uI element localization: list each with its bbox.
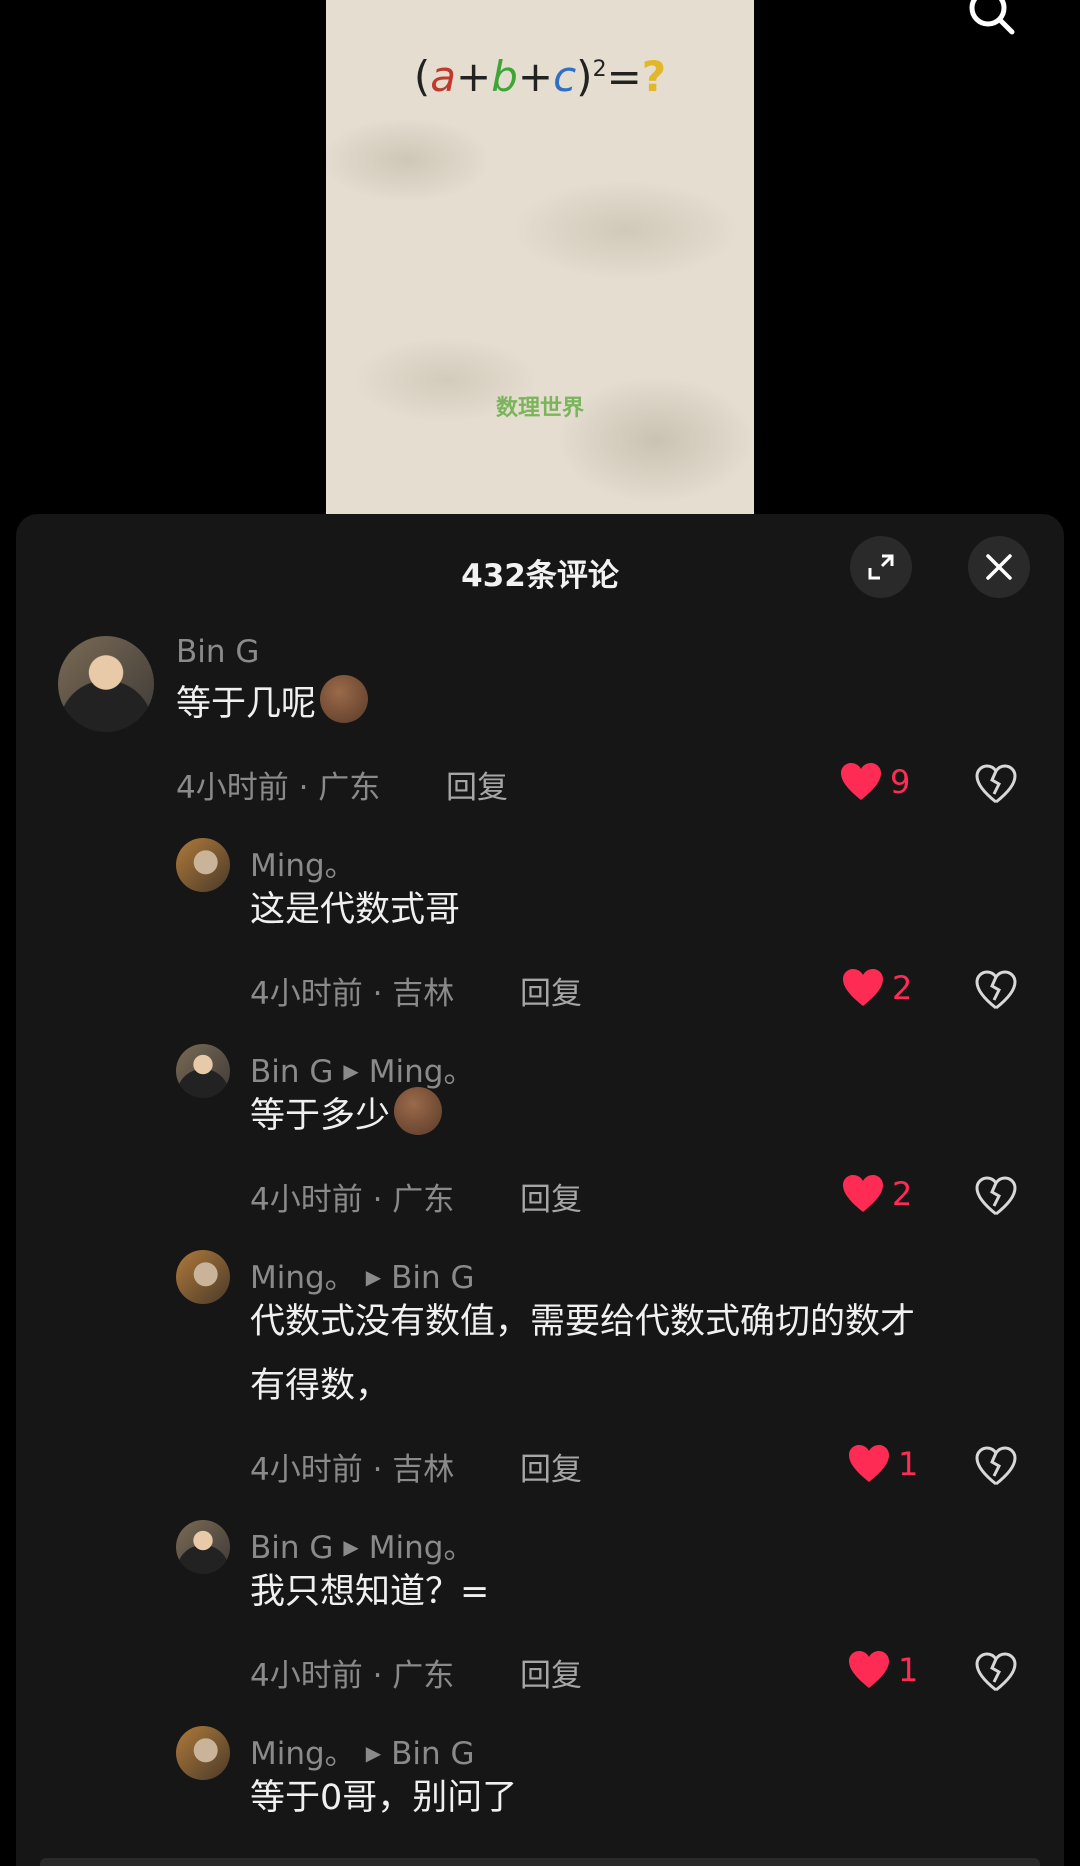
comment-text: 这是代数式哥 <box>250 890 461 930</box>
video-player[interactable]: (a+b+c)2=? 数理世界 <box>0 0 1080 520</box>
comment-meta: 4小时前 · 广东 <box>250 1658 455 1694</box>
input-bar-edge <box>40 1858 1040 1866</box>
reply-to-arrow-icon: ▶ <box>365 1265 382 1289</box>
avatar[interactable] <box>176 1250 230 1304</box>
comment-meta: 4小时前 · 广东 <box>250 1182 455 1218</box>
dislike-icon[interactable] <box>974 968 1018 1012</box>
close-icon <box>986 554 1012 580</box>
reply-button[interactable]: 回复 <box>520 1444 582 1489</box>
heart-icon <box>843 969 883 1006</box>
search-icon <box>969 0 1015 35</box>
like-count: 1 <box>898 1445 919 1483</box>
video-formula: (a+b+c)2=? <box>413 52 667 101</box>
like-button[interactable]: 1 <box>848 1444 918 1484</box>
dislike-icon[interactable] <box>974 1174 1018 1218</box>
dislike-icon[interactable] <box>974 1444 1018 1488</box>
avatar[interactable] <box>176 1726 230 1780</box>
heart-icon <box>843 1175 883 1212</box>
comment-text: 代数式没有数值，需要给代数式确切的数才 有得数， <box>250 1302 916 1406</box>
dislike-icon[interactable] <box>974 1650 1018 1694</box>
comment-username[interactable]: Bin G <box>176 634 259 670</box>
avatar[interactable] <box>176 1044 230 1098</box>
avatar[interactable] <box>176 838 230 892</box>
dislike-icon[interactable] <box>974 762 1018 806</box>
heart-icon <box>849 1651 889 1688</box>
video-watermark: 数理世界 <box>495 396 584 421</box>
comment-meta: 4小时前 · 吉林 <box>250 976 455 1012</box>
like-count: 1 <box>898 1651 919 1689</box>
reply-button[interactable]: 回复 <box>520 1650 582 1695</box>
comment-text: 等于多少 <box>250 1084 443 1148</box>
smirk-emoji <box>394 1087 443 1135</box>
comment-meta: 4小时前 · 广东 <box>176 770 381 806</box>
comment-text: 等于0哥，别问了 <box>250 1778 518 1818</box>
reply-to-arrow-icon: ▶ <box>343 1059 359 1083</box>
reply-button[interactable]: 回复 <box>520 968 582 1013</box>
comment-text: 等于几呢 <box>176 672 369 736</box>
reply-button[interactable]: 回复 <box>446 762 508 807</box>
comment-text: 我只想知道？= <box>250 1572 490 1612</box>
video-frame[interactable]: (a+b+c)2=? 数理世界 <box>326 0 754 515</box>
like-count: 2 <box>892 969 913 1007</box>
search-button[interactable] <box>960 0 1020 36</box>
close-button[interactable] <box>968 536 1030 598</box>
reply-button[interactable]: 回复 <box>520 1174 582 1219</box>
heart-icon <box>841 763 881 800</box>
like-button[interactable]: 2 <box>842 1174 912 1214</box>
reply-to-arrow-icon: ▶ <box>365 1741 382 1765</box>
expand-icon <box>868 554 894 580</box>
comment-meta: 4小时前 · 吉林 <box>250 1452 455 1488</box>
like-count: 9 <box>890 763 911 801</box>
like-button[interactable]: 9 <box>840 762 910 802</box>
smirk-emoji <box>320 675 369 723</box>
like-button[interactable]: 2 <box>842 968 912 1008</box>
avatar[interactable] <box>176 1520 230 1574</box>
comments-sheet: 432条评论 Bin G 等于几呢 4小时前 · 广东 回复 9 Ming。 这… <box>16 514 1064 1866</box>
avatar[interactable] <box>58 636 154 732</box>
heart-icon <box>849 1445 889 1482</box>
like-count: 2 <box>892 1175 913 1213</box>
expand-button[interactable] <box>850 536 912 598</box>
reply-to-arrow-icon: ▶ <box>343 1535 359 1559</box>
like-button[interactable]: 1 <box>848 1650 918 1690</box>
